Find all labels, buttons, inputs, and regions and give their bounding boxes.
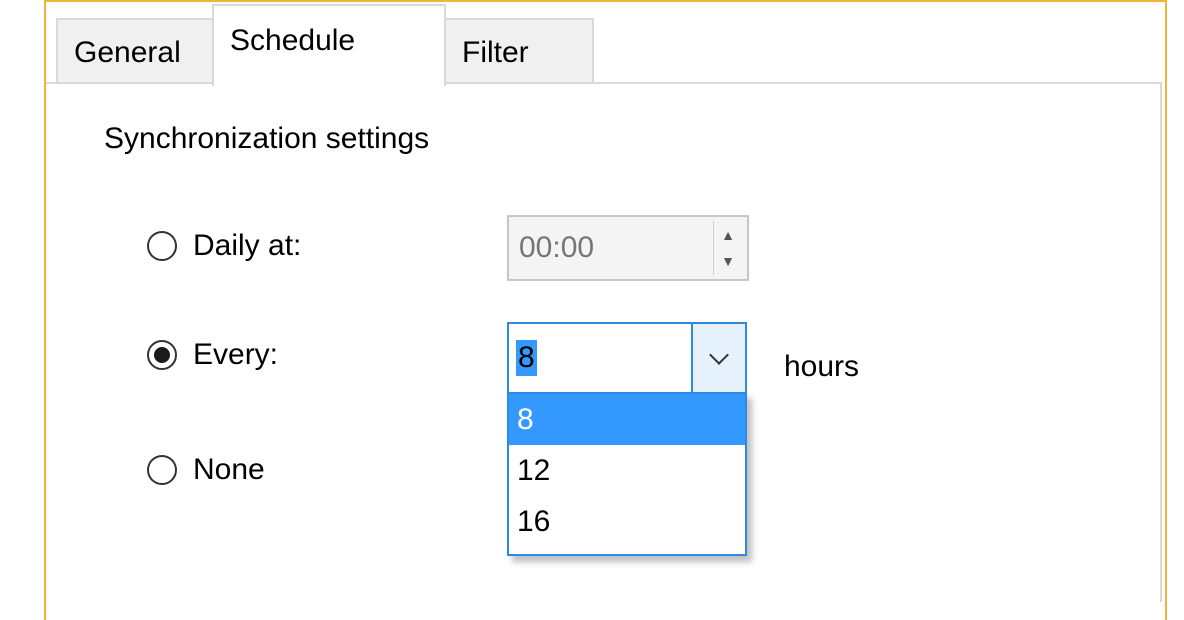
every-label: Every: — [193, 338, 279, 371]
dropdown-item[interactable]: 16 — [509, 496, 745, 547]
daily-time-value: 00:00 — [519, 231, 595, 264]
tab-schedule[interactable]: Schedule — [212, 4, 446, 86]
every-option[interactable]: Every: — [147, 338, 278, 372]
daily-time-spinner[interactable]: 00:00 ▲ ▼ — [507, 215, 749, 281]
interval-dropdown-list: 8 12 16 — [507, 392, 747, 556]
daily-radio[interactable] — [147, 231, 177, 261]
chevron-down-icon — [709, 345, 729, 365]
tab-filter[interactable]: Filter — [444, 18, 594, 84]
spin-down-icon[interactable]: ▼ — [715, 249, 741, 273]
dropdown-item[interactable]: 12 — [509, 445, 745, 496]
interval-combobox[interactable]: 8 — [507, 322, 747, 394]
tab-general[interactable]: General — [56, 18, 214, 84]
daily-option[interactable]: Daily at: — [147, 229, 301, 263]
interval-value[interactable]: 8 — [516, 340, 537, 376]
none-label: None — [193, 453, 265, 486]
none-option[interactable]: None — [147, 453, 265, 487]
tab-strip: General Schedule Filter — [46, 2, 1165, 86]
spin-up-icon[interactable]: ▲ — [715, 223, 741, 247]
every-radio[interactable] — [147, 340, 177, 370]
interval-unit-label: hours — [784, 350, 860, 383]
group-title: Synchronization settings — [98, 122, 436, 156]
combo-dropdown-button[interactable] — [691, 324, 745, 392]
none-radio[interactable] — [147, 455, 177, 485]
dropdown-item[interactable]: 8 — [509, 394, 745, 445]
daily-label: Daily at: — [193, 229, 302, 262]
